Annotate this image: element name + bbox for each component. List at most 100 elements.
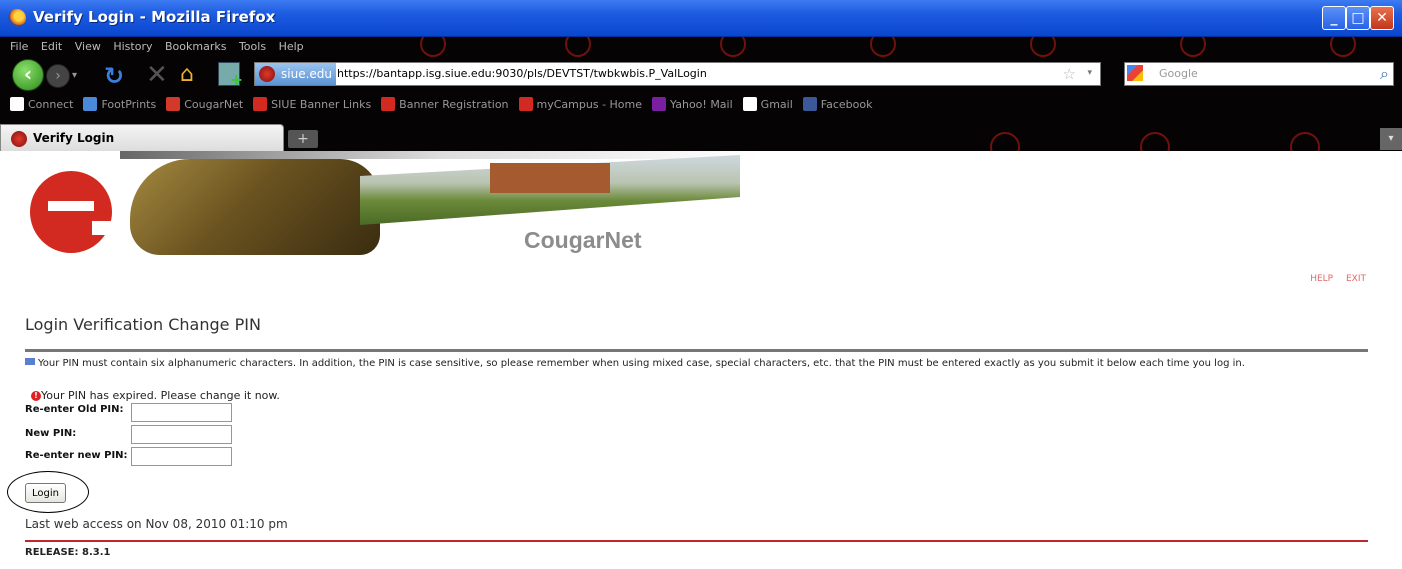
info-text: Your PIN must contain six alphanumeric c… (38, 358, 1245, 369)
page-icon (10, 97, 24, 111)
bookmark-label: Facebook (820, 97, 873, 111)
mycampus-icon (518, 97, 533, 111)
bookmark-item[interactable]: Facebook (802, 97, 873, 111)
stop-icon[interactable]: ✕ (146, 60, 168, 90)
e-logo-icon (381, 97, 396, 111)
page-icon (742, 97, 757, 111)
close-window-button[interactable]: ✕ (1370, 6, 1394, 30)
bookmark-star-icon[interactable]: ☆ (1063, 65, 1076, 83)
back-button[interactable]: ‹ (12, 59, 44, 91)
tab-list-icon[interactable]: ▾ (1380, 128, 1402, 150)
bookmark-label: myCampus - Home (536, 97, 643, 111)
bookmark-item[interactable]: Banner Registration (381, 97, 509, 111)
campus-building-image (490, 163, 610, 193)
exit-link[interactable]: EXIT (1346, 274, 1366, 284)
theme-decoration (1030, 37, 1056, 57)
minimize-button[interactable]: _ (1322, 6, 1346, 30)
info-icon (25, 358, 35, 365)
old-pin-field[interactable] (131, 403, 232, 422)
history-dropdown-icon[interactable]: ▾ (72, 70, 77, 81)
bookmark-label: SIUE Banner Links (271, 97, 372, 111)
footer-divider (25, 540, 1368, 542)
google-engine-icon[interactable] (1127, 65, 1143, 81)
error-icon: ! (31, 391, 41, 401)
theme-decoration (720, 37, 746, 57)
facebook-icon (802, 97, 817, 111)
title-divider (25, 349, 1368, 352)
e-logo (30, 171, 114, 253)
theme-decoration (870, 37, 896, 57)
site-identity-button[interactable]: siue.edu (255, 63, 336, 85)
bookmark-label: Gmail (760, 97, 793, 111)
menu-help[interactable]: Help (279, 40, 304, 53)
bookmark-item[interactable]: Yahoo! Mail (652, 97, 733, 111)
banner-band (120, 151, 760, 159)
footprints-icon (83, 97, 98, 111)
theme-decoration (1180, 37, 1206, 57)
login-button[interactable]: Login (25, 483, 66, 503)
bookmark-item[interactable]: SIUE Banner Links (253, 97, 371, 111)
bookmark-add-icon[interactable] (218, 62, 243, 89)
page-title: Login Verification Change PIN (25, 315, 261, 334)
url-bar[interactable]: siue.edu https://bantapp.isg.siue.edu:90… (254, 62, 1101, 86)
confirm-pin-label: Re-enter new PIN: (25, 450, 128, 461)
menu-edit[interactable]: Edit (41, 40, 62, 53)
menu-view[interactable]: View (75, 40, 101, 53)
home-icon[interactable]: ⌂ (180, 62, 194, 87)
theme-decoration (1330, 37, 1356, 57)
forward-button[interactable]: › (46, 64, 70, 88)
cougarnet-brand: CougarNet (524, 227, 642, 253)
menu-tools[interactable]: Tools (239, 40, 266, 53)
bookmark-item[interactable]: CougarNet (166, 97, 243, 111)
firefox-logo-icon (8, 9, 26, 27)
yahoo-icon (652, 97, 667, 111)
bookmark-label: FootPrints (101, 97, 157, 111)
bookmark-item[interactable]: FootPrints (83, 97, 156, 111)
new-tab-button[interactable]: + (288, 130, 318, 148)
url-dropdown-icon[interactable]: ▾ (1087, 68, 1092, 78)
old-pin-label: Re-enter Old PIN: (25, 404, 124, 415)
confirm-pin-field[interactable] (131, 447, 232, 466)
cougar-statue-image (130, 159, 380, 255)
search-bar[interactable]: Google ⌕ (1124, 62, 1394, 86)
bookmark-item[interactable]: Connect (10, 97, 73, 111)
tab-verify-login[interactable]: Verify Login (0, 124, 284, 151)
menu-bookmarks[interactable]: Bookmarks (165, 40, 226, 53)
bookmark-label: Banner Registration (399, 97, 509, 111)
last-access-text: Last web access on Nov 08, 2010 01:10 pm (25, 517, 288, 531)
search-magnifier-icon[interactable]: ⌕ (1380, 63, 1389, 85)
bookmark-item[interactable]: Gmail (742, 97, 793, 111)
page-content: CougarNet HELP EXIT Login Verification C… (0, 151, 1402, 569)
maximize-button[interactable]: □ (1346, 6, 1370, 30)
tab-bar: Verify Login + ▾ (0, 124, 1402, 151)
tab-favicon-icon (11, 131, 27, 147)
navigation-toolbar: ‹ › ▾ ↻ ✕ ⌂ siue.edu https://bantapp.isg… (0, 56, 1402, 92)
bookmark-label: CougarNet (184, 97, 244, 111)
error-message: ! Your PIN has expired. Please change it … (31, 389, 280, 402)
bookmark-label: Connect (28, 97, 74, 111)
menu-file[interactable]: File (10, 40, 28, 53)
help-link[interactable]: HELP (1310, 274, 1333, 284)
browser-chrome: File Edit View History Bookmarks Tools H… (0, 37, 1402, 151)
release-version: RELEASE: 8.3.1 (25, 547, 111, 558)
bookmark-item[interactable]: myCampus - Home (518, 97, 643, 111)
e-logo-icon (253, 97, 268, 111)
bookmarks-toolbar: Connect FootPrints CougarNet SIUE Banner Li… (0, 97, 1402, 119)
tab-label: Verify Login (33, 131, 115, 145)
top-links: HELP EXIT (1300, 274, 1366, 284)
new-pin-label: New PIN: (25, 428, 77, 439)
window-title: Verify Login - Mozilla Firefox (33, 8, 276, 26)
reload-icon[interactable]: ↻ (104, 62, 124, 90)
error-text: Your PIN has expired. Please change it n… (41, 389, 280, 402)
site-favicon-icon (259, 66, 275, 82)
info-message: Your PIN must contain six alphanumeric c… (25, 358, 1245, 369)
new-pin-field[interactable] (131, 425, 232, 444)
cougarnet-icon (166, 97, 181, 111)
url-text[interactable]: https://bantapp.isg.siue.edu:9030/pls/DE… (337, 63, 707, 85)
theme-decoration (420, 37, 446, 57)
search-placeholder[interactable]: Google (1159, 63, 1198, 85)
menu-history[interactable]: History (113, 40, 152, 53)
bookmark-label: Yahoo! Mail (670, 97, 733, 111)
menu-bar: File Edit View History Bookmarks Tools H… (10, 40, 313, 53)
window-titlebar[interactable]: Verify Login - Mozilla Firefox _ □ ✕ (0, 0, 1402, 37)
